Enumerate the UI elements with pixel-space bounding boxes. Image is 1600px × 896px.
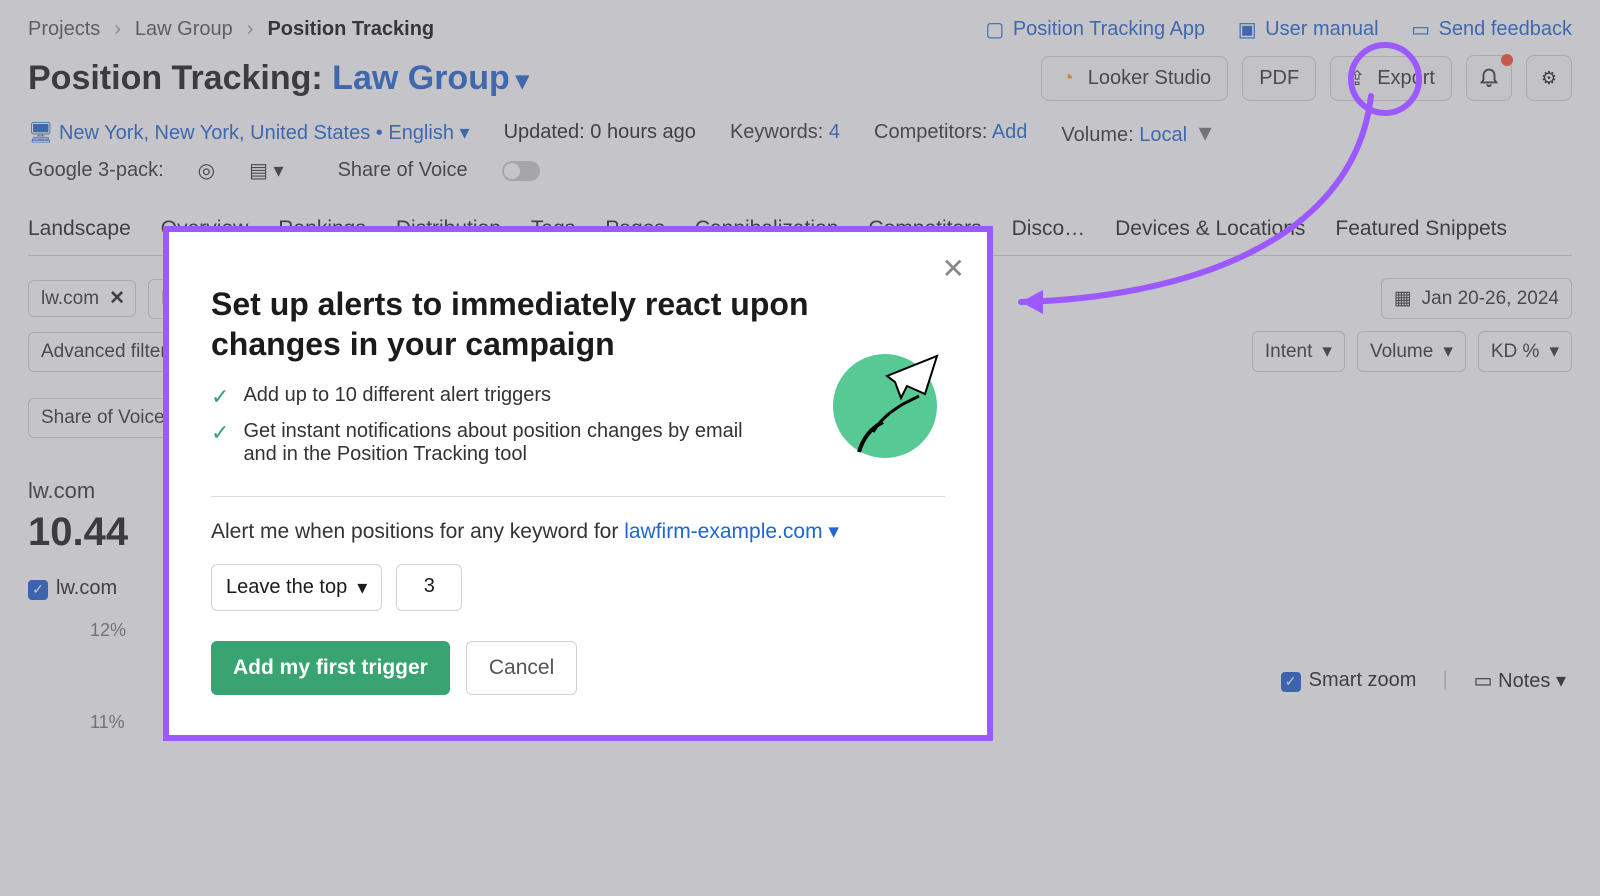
label: Competitors:: [874, 121, 992, 143]
notes-button[interactable]: ▭ Notes ▾: [1474, 668, 1566, 693]
label: Notes: [1498, 670, 1550, 692]
condition-select[interactable]: Leave the top ▾: [211, 564, 382, 611]
book-icon: ▣: [1237, 20, 1257, 40]
bell-icon: [1478, 65, 1500, 92]
phone-icon: ▢: [985, 20, 1005, 40]
smart-zoom-toggle[interactable]: ✓ Smart zoom: [1281, 669, 1417, 692]
title-prefix: Position Tracking:: [28, 59, 332, 97]
add-trigger-button[interactable]: Add my first trigger: [211, 641, 450, 695]
annotation-arrow: [993, 78, 1413, 338]
cancel-button[interactable]: Cancel: [466, 641, 577, 695]
tab-landscape[interactable]: Landscape: [28, 217, 131, 241]
chevron-down-icon: ▾: [1556, 670, 1566, 692]
link-label: Send feedback: [1439, 18, 1572, 41]
project-selector[interactable]: Law Group▾: [332, 59, 529, 97]
chevron-down-icon: ▾: [460, 122, 470, 144]
label: KD %: [1491, 341, 1540, 363]
threshold-input[interactable]: 3: [396, 564, 462, 611]
checkbox-checked-icon: ✓: [1281, 672, 1301, 692]
share-of-voice-toggle-label: Share of Voice: [338, 159, 468, 182]
local-pin-icon[interactable]: ◎: [198, 158, 215, 183]
share-of-voice-toggle[interactable]: [502, 161, 540, 181]
chat-icon: ▭: [1411, 20, 1431, 40]
link-label: User manual: [1265, 18, 1378, 41]
divider: [211, 496, 945, 497]
gear-icon: ⚙: [1541, 68, 1557, 89]
chevron-down-icon: ▾: [1443, 340, 1453, 363]
bullet-text: Get instant notifications about position…: [243, 420, 751, 466]
alerts-modal: ✕ Set up alerts to immediately react upo…: [163, 226, 993, 741]
note-icon: ▭: [1474, 670, 1493, 692]
breadcrumb: Projects › Law Group › Position Tracking: [28, 18, 434, 41]
chevron-down-icon: ▾: [828, 520, 839, 543]
legend-item[interactable]: ✓ lw.com: [28, 577, 117, 600]
domain-filter-tag[interactable]: lw.com ✕: [28, 280, 136, 317]
domain-label: lawfirm-example.com: [624, 520, 822, 543]
breadcrumb-projects[interactable]: Projects: [28, 18, 100, 41]
label: Keywords:: [730, 121, 829, 143]
send-feedback-link[interactable]: ▭ Send feedback: [1411, 18, 1572, 41]
bullet-text: Add up to 10 different alert triggers: [243, 384, 551, 407]
close-button[interactable]: ✕: [942, 252, 965, 285]
chevron-down-icon: ▾: [1322, 340, 1332, 363]
google-3pack-label: Google 3-pack:: [28, 159, 164, 182]
chevron-down-icon: ▾: [357, 575, 367, 600]
value: 4: [829, 121, 840, 143]
chevron-right-icon: ›: [114, 18, 121, 41]
chevron-right-icon: ›: [247, 18, 254, 41]
tag-label: lw.com: [41, 288, 99, 310]
breadcrumb-current: Position Tracking: [267, 18, 434, 41]
notifications-button[interactable]: [1466, 55, 1512, 101]
kd-filter[interactable]: KD % ▾: [1478, 331, 1572, 372]
location-selector[interactable]: 🖥 New York, New York, United States • En…: [28, 120, 470, 145]
label: Smart zoom: [1309, 669, 1417, 691]
checkbox-checked-icon: ✓: [28, 580, 48, 600]
link-label: Position Tracking App: [1013, 18, 1205, 41]
label: Intent: [1265, 341, 1313, 363]
chevron-down-icon: ▾: [516, 65, 529, 96]
label: Volume: [1370, 341, 1433, 363]
check-icon: ✓: [211, 420, 229, 446]
y-tick: 11%: [90, 712, 125, 733]
location-label: New York, New York, United States • Engl…: [59, 122, 454, 144]
user-manual-link[interactable]: ▣ User manual: [1237, 18, 1378, 41]
share-of-voice-card-selector[interactable]: Share of Voice: [28, 398, 178, 438]
remove-tag-icon[interactable]: ✕: [109, 287, 125, 310]
keywords-metric[interactable]: Keywords: 4: [730, 121, 840, 144]
legend-label: lw.com: [56, 577, 117, 599]
date-label: Jan 20-26, 2024: [1422, 288, 1559, 310]
project-name: Law Group: [332, 59, 510, 97]
desktop-icon: 🖥: [28, 122, 53, 144]
check-icon: ✓: [211, 384, 229, 410]
paper-plane-illustration: [825, 342, 945, 462]
divider: |: [1442, 669, 1447, 692]
chevron-down-icon: ▾: [1549, 340, 1559, 363]
select-label: Leave the top: [226, 576, 347, 599]
alert-sentence: Alert me when positions for any keyword …: [211, 520, 624, 543]
alert-domain-selector[interactable]: lawfirm-example.com ▾: [624, 520, 839, 543]
position-tracking-app-link[interactable]: ▢ Position Tracking App: [985, 18, 1205, 41]
updated-label: Updated: 0 hours ago: [504, 121, 696, 144]
page-title: Position Tracking: Law Group▾: [28, 59, 529, 98]
breadcrumb-project[interactable]: Law Group: [135, 18, 233, 41]
notification-dot-icon: [1501, 54, 1513, 66]
y-tick: 12%: [90, 620, 126, 641]
settings-button[interactable]: ⚙: [1526, 55, 1572, 101]
serp-icon[interactable]: ▤ ▾: [249, 158, 284, 183]
